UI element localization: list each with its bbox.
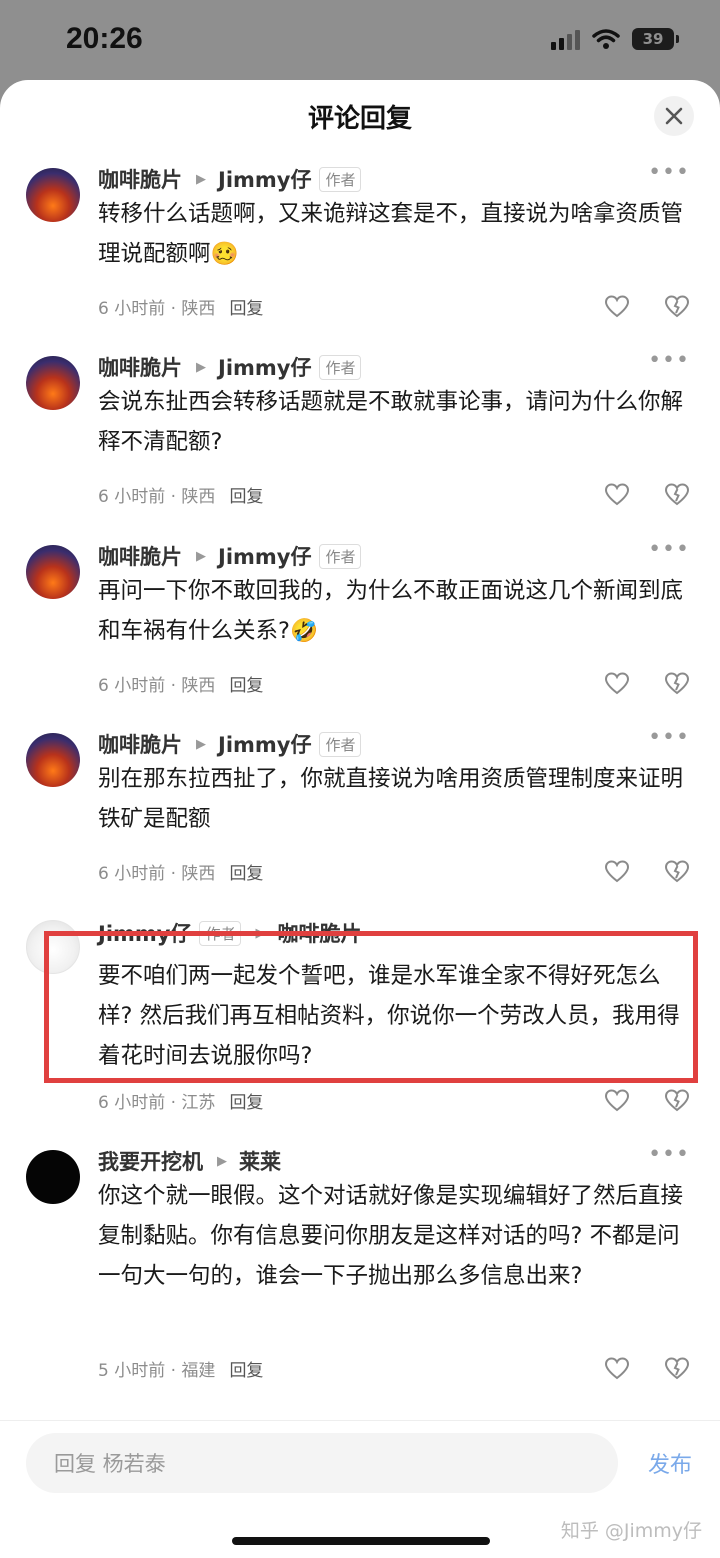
sheet-title: 评论回复 [307,104,412,134]
comment-meta: 咖啡脆片 ▶ Jimmy仔 作者 [98,729,362,759]
emoji: 🤣 [289,618,318,644]
more-options-icon[interactable]: ••• [648,537,690,562]
author-name[interactable]: 咖啡脆片 [98,164,182,194]
reply-button[interactable]: 回复 [229,294,263,319]
like-heart-icon[interactable] [604,671,630,697]
comment-meta: 咖啡脆片 ▶ Jimmy仔 作者 [98,541,362,571]
comment-meta: 咖啡脆片 ▶ Jimmy仔 作者 [98,352,362,382]
reply-to-name[interactable]: Jimmy仔 [218,541,311,571]
watermark: 知乎 @Jimmy仔 [560,1520,702,1542]
like-heart-icon[interactable] [604,482,630,508]
publish-button[interactable]: 发布 [648,1447,692,1479]
author-name[interactable]: 我要开挖机 [98,1146,203,1176]
comment-footer: 6 小时前 · 陕西 回复 [98,671,263,696]
reply-input[interactable]: 回复 杨若泰 [26,1433,618,1493]
dislike-broken-heart-icon[interactable] [664,482,690,508]
comment-time-location: 6 小时前 · 陕西 [98,864,216,884]
avatar[interactable] [26,733,80,787]
dislike-broken-heart-icon[interactable] [664,1088,690,1114]
reply-arrow-icon: ▶ [217,1153,227,1169]
like-heart-icon[interactable] [604,859,630,885]
close-button[interactable] [654,96,694,136]
reply-button[interactable]: 回复 [229,1088,263,1113]
avatar[interactable] [26,1150,80,1204]
like-heart-icon[interactable] [604,294,630,320]
comment-time-location: 5 小时前 · 福建 [98,1361,216,1381]
reply-button[interactable]: 回复 [229,1356,263,1381]
author-name[interactable]: 咖啡脆片 [98,729,182,759]
more-options-icon[interactable]: ••• [648,1142,690,1167]
comment-footer: 6 小时前 · 江苏 回复 [98,1088,263,1113]
more-options-icon[interactable]: ••• [648,348,690,373]
comment-text-content: 转移什么话题啊，又来诡辩这套是不，直接说为啥拿资质管理说配额啊 [98,201,684,267]
comment-meta: 我要开挖机 ▶ 莱莱 [98,1146,281,1176]
reply-to-name[interactable]: 莱莱 [239,1146,281,1176]
highlight-box [44,931,698,1083]
avatar[interactable] [26,545,80,599]
comment-footer: 5 小时前 · 福建 回复 [98,1356,263,1381]
comment-text-content: 再问一下你不敢回我的，为什么不敢正面说这几个新闻到底和车祸有什么关系? [98,578,684,644]
battery-icon: 39 [632,28,679,50]
dislike-broken-heart-icon[interactable] [664,859,690,885]
dislike-broken-heart-icon[interactable] [664,1356,690,1382]
like-heart-icon[interactable] [604,1356,630,1382]
reply-arrow-icon: ▶ [196,736,206,752]
author-name[interactable]: 咖啡脆片 [98,352,182,382]
comment-time-location: 6 小时前 · 陕西 [98,487,216,507]
more-options-icon[interactable]: ••• [648,160,690,185]
home-indicator[interactable] [232,1537,490,1545]
comment-footer: 6 小时前 · 陕西 回复 [98,859,263,884]
comment-reply-sheet: 评论回复 咖啡脆片 ▶ Jimmy仔 作者 ••• 转移什么话题啊，又来诡辩这套… [0,80,720,1558]
reply-to-name[interactable]: Jimmy仔 [218,729,311,759]
dislike-broken-heart-icon[interactable] [664,294,690,320]
status-bar: 20:26 39 [0,0,720,80]
comment-time-location: 6 小时前 · 江苏 [98,1093,216,1113]
comment-footer: 6 小时前 · 陕西 回复 [98,482,263,507]
status-icons: 39 [551,28,679,50]
avatar[interactable] [26,168,80,222]
reply-arrow-icon: ▶ [196,359,206,375]
avatar[interactable] [26,356,80,410]
status-time: 20:26 [66,22,143,55]
comment-time-location: 6 小时前 · 陕西 [98,676,216,696]
comment-meta: 咖啡脆片 ▶ Jimmy仔 作者 [98,164,362,194]
cellular-signal-icon [551,28,580,50]
comment-text: 别在那东拉西扯了，你就直接说为啥用资质管理制度来证明铁矿是配额 [98,766,684,832]
comment-text: 转移什么话题啊，又来诡辩这套是不，直接说为啥拿资质管理说配额啊🥴 [98,194,688,274]
more-options-icon[interactable]: ••• [648,725,690,750]
emoji: 🥴 [210,241,239,267]
reply-arrow-icon: ▶ [196,548,206,564]
author-tag: 作者 [319,354,362,380]
comment-text: 会说东扯西会转移话题就是不敢就事论事，请问为什么你解释不清配额? [98,389,684,455]
comment-footer: 6 小时前 · 陕西 回复 [98,294,263,319]
like-heart-icon[interactable] [604,1088,630,1114]
comment-time-location: 6 小时前 · 陕西 [98,299,216,319]
reply-bar: 回复 杨若泰 发布 知乎 @Jimmy仔 [0,1420,720,1558]
author-name[interactable]: 咖啡脆片 [98,541,182,571]
reply-button[interactable]: 回复 [229,482,263,507]
wifi-icon [592,29,620,49]
author-tag: 作者 [319,166,362,192]
reply-arrow-icon: ▶ [196,171,206,187]
author-tag: 作者 [319,731,362,757]
dislike-broken-heart-icon[interactable] [664,671,690,697]
comment-text: 你这个就一眼假。这个对话就好像是实现编辑好了然后直接复制黏贴。你有信息要问你朋友… [98,1183,684,1289]
reply-button[interactable]: 回复 [229,671,263,696]
reply-to-name[interactable]: Jimmy仔 [218,164,311,194]
author-tag: 作者 [319,543,362,569]
comment-text: 再问一下你不敢回我的，为什么不敢正面说这几个新闻到底和车祸有什么关系?🤣 [98,571,688,651]
reply-button[interactable]: 回复 [229,859,263,884]
close-icon [665,107,683,125]
reply-to-name[interactable]: Jimmy仔 [218,352,311,382]
